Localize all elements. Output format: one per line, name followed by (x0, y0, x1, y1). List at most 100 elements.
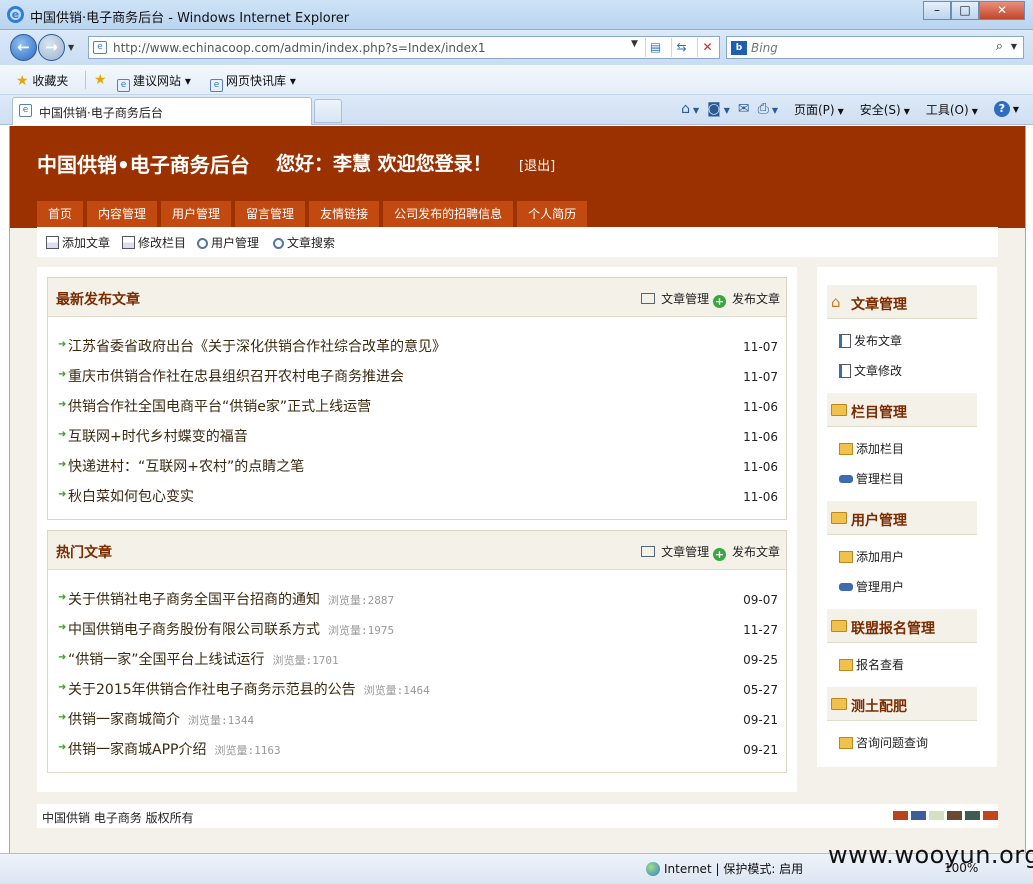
arrow-icon: ➜ (58, 712, 67, 723)
article-link[interactable]: 快递进村：“互联网+农村”的点睛之笔 (68, 456, 304, 476)
article-search-link[interactable]: 文章搜索 (273, 234, 335, 251)
print-icon[interactable]: ⎙ ▼ (758, 101, 778, 117)
article-link[interactable]: 关于2015年供销合作社电子商务示范县的公告 (68, 682, 356, 698)
sidebar-item-add-user[interactable]: 添加用户 (839, 548, 904, 565)
search-input[interactable] (751, 40, 981, 56)
sidebar-group-header: 测土配肥 (827, 687, 977, 721)
url-dropdown-icon[interactable]: ▼ (631, 39, 638, 49)
compat-view-icon[interactable]: ▤ (645, 38, 665, 57)
tab-current[interactable]: e 中国供销·电子商务后台 (12, 97, 312, 125)
nav-home[interactable]: 首页 (37, 201, 84, 227)
sidebar-item-query-questions[interactable]: 咨询问题查询 (839, 734, 928, 751)
close-button[interactable]: ✕ (979, 1, 1025, 20)
add-favorite-icon[interactable]: ★ (94, 72, 107, 88)
article-link[interactable]: 关于供销社电子商务全国平台招商的通知 (68, 592, 320, 608)
manage-icon (641, 546, 656, 557)
back-arrow-icon[interactable]: ← (10, 34, 37, 61)
site-title: 中国供销•电子商务后台 (37, 153, 250, 177)
publish-article-link[interactable]: 发布文章 (732, 545, 780, 559)
hot-list: ➜ 关于供销社电子商务全国平台招商的通知 浏览量:2887 09-07 ➜ 中国供销电子… (48, 570, 786, 764)
help-menu[interactable]: ? ▼ (986, 101, 1019, 117)
add-article-link[interactable]: 添加文章 (46, 234, 110, 251)
sidebar-item-manage-user[interactable]: 管理用户 (839, 578, 904, 595)
window-title: 中国供销·电子商务后台 - Windows Internet Explorer (30, 11, 350, 26)
sidebar-item-edit-article[interactable]: 文章修改 (839, 362, 902, 379)
theme-swatch[interactable] (965, 811, 980, 820)
user-manage-link[interactable]: 用户管理 (197, 234, 259, 251)
logout-link[interactable]: [退出] (519, 155, 555, 174)
nav-jobs[interactable]: 公司发布的招聘信息 (383, 201, 514, 227)
list-item: ➜ 供销一家商城简介 浏览量:1344 09-21 (48, 704, 786, 734)
book-icon (839, 334, 851, 348)
command-bar: ⌂ ▼ ◙ ▼ ✉ ⎙ ▼ 页面(P) ▼ 安全(S) ▼ 工具(O) ▼ ? ▼ (673, 99, 1019, 119)
home-icon[interactable]: ⌂ ▼ (681, 101, 699, 117)
history-dropdown-icon[interactable]: ▼ (68, 43, 74, 52)
article-link[interactable]: 供销一家商城APP介绍 (68, 742, 206, 758)
favorites-bar: ★ 收藏夹 ★ e 建议网站 ▾ e 网页快讯库 ▾ (0, 65, 1033, 95)
nav-users[interactable]: 用户管理 (161, 201, 232, 227)
article-date: 09-21 (743, 743, 778, 757)
sidebar-group-alliance: 联盟报名管理 报名查看 (827, 609, 977, 677)
article-link[interactable]: 供销一家商城简介 (68, 712, 180, 728)
article-link[interactable]: 中国供销电子商务股份有限公司联系方式 (68, 622, 320, 638)
nav-links[interactable]: 友情链接 (309, 201, 380, 227)
stop-icon[interactable]: ✕ (697, 38, 717, 57)
minimize-button[interactable]: – (923, 1, 951, 20)
theme-swatch[interactable] (893, 811, 908, 820)
theme-swatch[interactable] (911, 811, 926, 820)
sidebar-item-add-column[interactable]: 添加栏目 (839, 440, 904, 457)
edit-column-link[interactable]: 修改栏目 (122, 234, 186, 251)
star-icon: ★ (16, 73, 29, 89)
sidebar-item-publish-article[interactable]: 发布文章 (839, 332, 902, 349)
view-count: 浏览量:1975 (328, 624, 395, 637)
sidebar-item-view-signups[interactable]: 报名查看 (839, 656, 904, 673)
refresh-icon[interactable]: ⇆ (671, 38, 691, 57)
mail-icon[interactable]: ✉ (738, 101, 750, 117)
forward-arrow-icon[interactable]: → (38, 34, 65, 61)
web-slice-gallery-link[interactable]: e 网页快讯库 ▾ (210, 72, 296, 92)
nav-resumes[interactable]: 个人简历 (517, 201, 588, 227)
view-count: 浏览量:1464 (363, 684, 430, 697)
page-icon: e (19, 104, 32, 117)
article-manage-link[interactable]: 文章管理 (661, 292, 709, 306)
safety-menu[interactable]: 安全(S) ▼ (852, 101, 910, 118)
article-manage-link[interactable]: 文章管理 (661, 545, 709, 559)
folder-add-icon (839, 551, 853, 563)
article-date: 11-07 (743, 340, 778, 354)
arrow-icon: ➜ (58, 339, 67, 350)
nav-content[interactable]: 内容管理 (87, 201, 158, 227)
search-icon[interactable]: ⌕ (996, 39, 1003, 54)
article-link[interactable]: “供销一家”全国平台上线试运行 (68, 652, 265, 668)
publish-article-link[interactable]: 发布文章 (732, 292, 780, 306)
theme-swatch[interactable] (947, 811, 962, 820)
sidebar-item-manage-column[interactable]: 管理栏目 (839, 470, 904, 487)
article-link[interactable]: 重庆市供销合作社在忠县组织召开农村电子商务推进会 (68, 366, 404, 386)
suggested-sites-link[interactable]: e 建议网站 ▾ (117, 72, 191, 92)
maximize-button[interactable]: □ (951, 1, 979, 20)
article-link[interactable]: 江苏省委省政府出台《关于深化供销合作社综合改革的意见》 (68, 336, 446, 356)
main-nav: 首页 内容管理 用户管理 留言管理 友情链接 公司发布的招聘信息 个人简历 (37, 201, 591, 227)
new-tab-button[interactable] (314, 99, 342, 123)
home-icon: ⌂ (831, 293, 841, 311)
search-dropdown-icon[interactable]: ▼ (1011, 42, 1017, 51)
page-menu[interactable]: 页面(P) ▼ (786, 101, 844, 118)
folder-icon (831, 512, 847, 524)
theme-swatch[interactable] (983, 811, 998, 820)
rss-icon[interactable]: ◙ ▼ (707, 101, 730, 117)
article-link[interactable]: 互联网+时代乡村蝶变的福音 (68, 426, 248, 446)
article-date: 11-06 (743, 400, 778, 414)
folder-add-icon (839, 737, 853, 749)
article-link[interactable]: 秋白菜如何包心变实 (68, 486, 194, 506)
theme-swatch[interactable] (929, 811, 944, 820)
document-icon (46, 236, 59, 249)
sidebar-item: 咨询问题查询 (827, 725, 977, 755)
nav-messages[interactable]: 留言管理 (235, 201, 306, 227)
url-input[interactable] (113, 40, 633, 56)
security-zone[interactable]: Internet | 保护模式: 启用 (646, 860, 803, 877)
favorites-button[interactable]: ★ 收藏夹 (16, 72, 68, 89)
copyright-text: 中国供销 电子商务 版权所有 (42, 811, 194, 825)
tools-menu[interactable]: 工具(O) ▼ (918, 101, 978, 118)
article-link[interactable]: 供销合作社全国电商平台“供销e家”正式上线运营 (68, 396, 371, 416)
article-date: 11-06 (743, 490, 778, 504)
article-date: 11-07 (743, 370, 778, 384)
